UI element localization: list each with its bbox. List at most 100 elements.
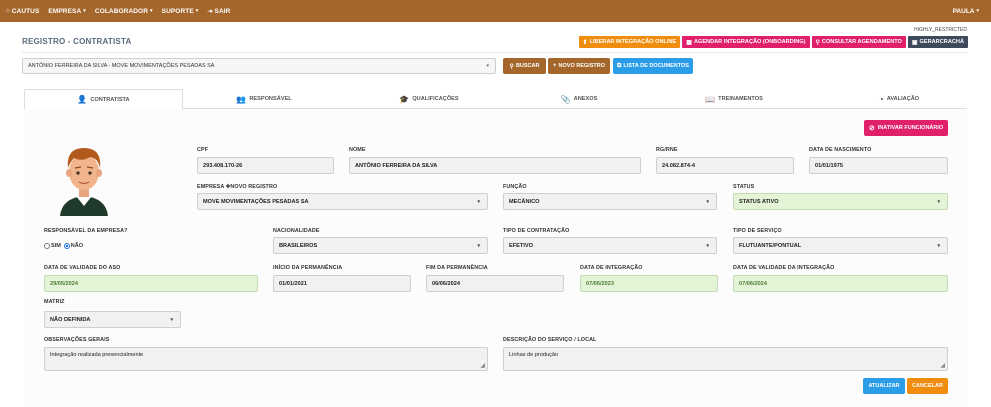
empresa-select[interactable]: MOVE MOVIMENTAÇÕES PESADAS SA ▾ (197, 193, 488, 210)
nav-item-cautus[interactable]: ⌂ CAUTUS (6, 8, 39, 15)
liberar-integracao-button[interactable]: ⬆ LIBERAR INTEGRAÇÃO ONLINE (578, 36, 681, 48)
employee-avatar (60, 148, 108, 216)
caret-down-icon: ▾ (170, 317, 173, 323)
status-select[interactable]: STATUS ATIVO ▾ (733, 193, 948, 210)
validade-integracao-field[interactable]: 07/06/2024 (733, 275, 948, 292)
lista-documentos-button[interactable]: ⧉ LISTA DE DOCUMENTOS (613, 58, 693, 74)
tab-treinamentos[interactable]: 📖 TREINAMENTOS (694, 89, 774, 109)
data-integracao-label: DATA DE INTEGRAÇÃO (580, 265, 643, 271)
empresa-label: EMPRESA ✚NOVO REGISTRO (197, 184, 277, 190)
servico-select[interactable]: FLUTUANTE/PONTUAL ▾ (733, 237, 948, 254)
calendar-icon: ▦ (686, 39, 692, 46)
gerar-cracha-button[interactable]: ▣ GERARCRACHÁ (907, 36, 968, 48)
responsavel-radio-group: SIM NÃO (44, 243, 86, 249)
divider (22, 52, 968, 53)
home-icon: ⌂ (6, 8, 10, 14)
buscar-button[interactable]: ⚲ BUSCAR (503, 58, 546, 74)
search-icon: ⚲ (509, 63, 514, 70)
contratacao-select[interactable]: EFETIVO ▾ (503, 237, 717, 254)
data-integracao-value: 07/06/2023 (586, 280, 614, 287)
nacionalidade-label: NACIONALIDADE (273, 228, 320, 234)
resize-grip-icon[interactable]: ◢ (480, 362, 485, 369)
tab-avaliacao[interactable]: ◔ AVALIAÇÃO (859, 89, 939, 109)
cpf-label: CPF (197, 147, 209, 153)
nav-item-colaborador[interactable]: COLABORADOR ▾ (95, 8, 153, 15)
employee-select-value: ANTÔNIO FERREIRA DA SILVA - MOVE MOVIMEN… (28, 63, 215, 69)
nacionalidade-select[interactable]: BRASILEIROS ▾ (273, 237, 488, 254)
tab-responsavel[interactable]: 👥 RESPONSÁVEL (224, 89, 304, 109)
empresa-label-text: EMPRESA (197, 184, 225, 190)
validade-aso-field[interactable]: 29/05/2024 (44, 275, 258, 292)
nav-item-sair[interactable]: ⇥ SAIR (207, 8, 230, 15)
user-icon: 👤 (77, 95, 88, 104)
observacoes-textarea[interactable]: Integração realizada presencialmente ◢ (44, 347, 488, 371)
top-navbar: ⌂ CAUTUS EMPRESA ▾ COLABORADOR ▾ SUPORTE… (0, 0, 991, 22)
nav-item-label: SAIR (214, 7, 231, 15)
tab-contratista[interactable]: 👤 CONTRATISTA (24, 89, 183, 110)
gauge-icon: ◔ (878, 94, 884, 104)
nascimento-field[interactable]: 01/01/1975 (809, 157, 948, 174)
tab-label: AVALIAÇÃO (886, 96, 920, 102)
agendar-integracao-button[interactable]: ▦ AGENDAR INTEGRAÇÃO (ONBOARDING) (682, 36, 810, 48)
button-label: BUSCAR (515, 63, 540, 69)
employee-select[interactable]: ANTÔNIO FERREIRA DA SILVA - MOVE MOVIMEN… (22, 58, 496, 74)
cancelar-button[interactable]: CANCELAR (907, 378, 948, 394)
matriz-select[interactable]: NÃO DEFINIDA ▾ (44, 311, 181, 328)
upload-icon: ⬆ (582, 39, 588, 46)
graduation-cap-icon: 🎓 (399, 94, 410, 104)
nao-radio[interactable] (63, 243, 70, 249)
plus-icon: + (553, 63, 557, 69)
resize-grip-icon[interactable]: ◢ (940, 362, 945, 369)
rg-field[interactable]: 24.082.874-4 (656, 157, 794, 174)
descricao-textarea[interactable]: Linhas de produção ◢ (503, 347, 948, 371)
validade-aso-value: 29/05/2024 (50, 280, 78, 287)
tab-label: ANEXOS (573, 96, 598, 102)
rg-label: RG/RNE (656, 147, 678, 153)
nav-item-empresa[interactable]: EMPRESA ▾ (48, 8, 85, 15)
nome-field[interactable]: ANTÔNIO FERREIRA DA SILVA (349, 157, 641, 174)
caret-down-icon: ▾ (83, 8, 86, 14)
caret-down-icon: ▾ (976, 8, 979, 14)
servico-label: TIPO DE SERVIÇO (733, 228, 782, 234)
tab-anexos[interactable]: 📎 ANEXOS (549, 89, 609, 109)
user-name: PAULA (952, 7, 975, 15)
responsavel-label: RESPONSÁVEL DA EMPRESA? (44, 228, 128, 234)
novo-registro-button[interactable]: + NOVO REGISTRO (548, 58, 610, 74)
inativar-funcionario-button[interactable]: ⊘ INATIVAR FUNCIONÁRIO (864, 120, 948, 136)
cpf-field[interactable]: 293.408.170-26 (197, 157, 334, 174)
book-icon: 📖 (705, 94, 716, 104)
button-label: AGENDAR INTEGRAÇÃO (ONBOARDING) (693, 39, 806, 45)
nav-item-suporte[interactable]: SUPORTE ▾ (162, 8, 199, 15)
caret-down-icon: ▾ (477, 199, 480, 205)
novo-registro-link[interactable]: ✚NOVO REGISTRO (226, 184, 277, 190)
validade-aso-label: DATA DE VALIDADE DO ASO (44, 265, 121, 271)
funcao-value: MECÂNICO (509, 198, 540, 205)
inicio-permanencia-field[interactable]: 01/01/2021 (273, 275, 411, 292)
fim-permanencia-field[interactable]: 06/06/2024 (426, 275, 564, 292)
external-link-icon: ⧉ (617, 62, 622, 69)
caret-down-icon: ▾ (706, 243, 709, 249)
classification-label: HIGHLY_RESTRICTED (914, 27, 967, 33)
consultar-agendamento-button[interactable]: ⚲ CONSULTAR AGENDAMENTO (811, 36, 906, 48)
logout-icon: ⇥ (207, 8, 213, 15)
user-menu[interactable]: PAULA ▾ (953, 0, 979, 22)
tab-label: QUALIFICAÇÕES (412, 96, 459, 102)
novo-registro-link-label: NOVO REGISTRO (230, 184, 278, 190)
nav-item-label: COLABORADOR (94, 7, 149, 15)
sim-radio[interactable] (44, 243, 50, 249)
caret-down-icon: ▾ (937, 243, 940, 249)
matriz-label: MATRIZ (44, 299, 65, 305)
status-value: STATUS ATIVO (739, 198, 779, 205)
tab-qualificacoes[interactable]: 🎓 QUALIFICAÇÕES (389, 89, 469, 109)
cpf-value: 293.408.170-26 (203, 162, 243, 169)
sim-radio-label: SIM (51, 243, 61, 249)
nao-radio-label: NÃO (70, 243, 84, 249)
data-integracao-field[interactable]: 07/06/2023 (580, 275, 718, 292)
caret-down-icon: ▾ (937, 199, 940, 205)
validade-integracao-value: 07/06/2024 (739, 280, 767, 287)
nascimento-label: DATA DE NASCIMENTO (809, 147, 872, 153)
rg-value: 24.082.874-4 (662, 162, 695, 169)
funcao-select[interactable]: MECÂNICO ▾ (503, 193, 717, 210)
funcao-label: FUNÇÃO (503, 184, 527, 190)
atualizar-button[interactable]: ATUALIZAR (863, 378, 905, 394)
